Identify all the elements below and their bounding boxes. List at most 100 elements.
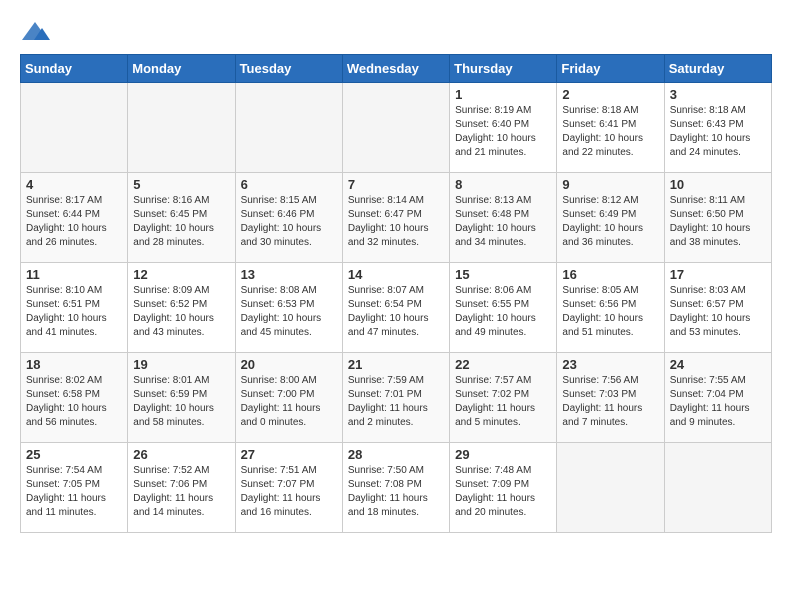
day-number: 6 [241,177,337,192]
calendar-cell: 25Sunrise: 7:54 AM Sunset: 7:05 PM Dayli… [21,443,128,533]
calendar-cell: 22 Sunrise: 7:57 AM Sunset: 7:02 PM Dayli… [450,353,557,443]
calendar-cell: 11 Sunrise: 8:10 AM Sunset: 6:51 PM Dayli… [21,263,128,353]
logo [20,20,54,44]
day-info: Sunrise: 8:18 AM Sunset: 6:41 PM Dayligh… [562,104,658,160]
weekday-header-sunday: Sunday [21,55,128,83]
day-info: Sunrise: 8:17 AM Sunset: 6:44 PM Dayligh… [26,194,122,250]
calendar-cell: 23 Sunrise: 7:56 AM Sunset: 7:03 PM Dayli… [557,353,664,443]
calendar-cell [557,443,664,533]
day-info: Sunrise: 7:59 AM Sunset: 7:01 PM Dayligh… [348,374,444,430]
day-number: 14 [348,267,444,282]
calendar-cell: 5Sunrise: 8:16 AM Sunset: 6:45 PM Daylig… [128,173,235,263]
day-number: 1 [455,87,551,102]
calendar-cell: 18 Sunrise: 8:02 AM Sunset: 6:58 PM Dayli… [21,353,128,443]
calendar-cell [128,83,235,173]
day-number: 24 [670,357,766,372]
day-number: 16 [562,267,658,282]
day-info: Sunrise: 8:18 AM Sunset: 6:43 PM Dayligh… [670,104,766,160]
day-info: Sunrise: 8:09 AM Sunset: 6:52 PM Dayligh… [133,284,229,340]
day-info: Sunrise: 7:50 AM Sunset: 7:08 PM Dayligh… [348,464,444,520]
day-info: Sunrise: 7:57 AM Sunset: 7:02 PM Dayligh… [455,374,551,430]
day-info: Sunrise: 7:48 AM Sunset: 7:09 PM Dayligh… [455,464,551,520]
day-info: Sunrise: 8:12 AM Sunset: 6:49 PM Dayligh… [562,194,658,250]
day-number: 19 [133,357,229,372]
calendar-cell: 13 Sunrise: 8:08 AM Sunset: 6:53 PM Dayli… [235,263,342,353]
day-number: 26 [133,447,229,462]
day-info: Sunrise: 8:02 AM Sunset: 6:58 PM Dayligh… [26,374,122,430]
calendar-cell [342,83,449,173]
day-number: 27 [241,447,337,462]
week-row-4: 18 Sunrise: 8:02 AM Sunset: 6:58 PM Dayli… [21,353,772,443]
calendar-cell: 24 Sunrise: 7:55 AM Sunset: 7:04 PM Dayli… [664,353,771,443]
calendar-cell: 26 Sunrise: 7:52 AM Sunset: 7:06 PM Dayli… [128,443,235,533]
calendar-cell [21,83,128,173]
calendar-table: SundayMondayTuesdayWednesdayThursdayFrid… [20,54,772,533]
week-row-3: 11 Sunrise: 8:10 AM Sunset: 6:51 PM Dayli… [21,263,772,353]
calendar-cell: 17 Sunrise: 8:03 AM Sunset: 6:57 PM Dayli… [664,263,771,353]
week-row-2: 4 Sunrise: 8:17 AM Sunset: 6:44 PM Daylig… [21,173,772,263]
day-number: 23 [562,357,658,372]
calendar-cell [664,443,771,533]
calendar-cell: 10 Sunrise: 8:11 AM Sunset: 6:50 PM Dayli… [664,173,771,263]
day-info: Sunrise: 8:01 AM Sunset: 6:59 PM Dayligh… [133,374,229,430]
day-number: 15 [455,267,551,282]
calendar-cell: 2 Sunrise: 8:18 AM Sunset: 6:41 PM Daylig… [557,83,664,173]
day-info: Sunrise: 8:07 AM Sunset: 6:54 PM Dayligh… [348,284,444,340]
day-number: 20 [241,357,337,372]
day-info: Sunrise: 8:05 AM Sunset: 6:56 PM Dayligh… [562,284,658,340]
weekday-header-monday: Monday [128,55,235,83]
weekday-header-row: SundayMondayTuesdayWednesdayThursdayFrid… [21,55,772,83]
weekday-header-thursday: Thursday [450,55,557,83]
weekday-header-tuesday: Tuesday [235,55,342,83]
calendar-cell: 1 Sunrise: 8:19 AM Sunset: 6:40 PM Daylig… [450,83,557,173]
day-info: Sunrise: 8:19 AM Sunset: 6:40 PM Dayligh… [455,104,551,160]
day-info: Sunrise: 8:11 AM Sunset: 6:50 PM Dayligh… [670,194,766,250]
header [20,20,772,44]
day-number: 13 [241,267,337,282]
weekday-header-saturday: Saturday [664,55,771,83]
day-number: 3 [670,87,766,102]
day-info: Sunrise: 8:08 AM Sunset: 6:53 PM Dayligh… [241,284,337,340]
day-number: 17 [670,267,766,282]
day-number: 2 [562,87,658,102]
day-info: Sunrise: 7:56 AM Sunset: 7:03 PM Dayligh… [562,374,658,430]
day-number: 12 [133,267,229,282]
calendar-cell: 12 Sunrise: 8:09 AM Sunset: 6:52 PM Dayli… [128,263,235,353]
calendar-cell: 21 Sunrise: 7:59 AM Sunset: 7:01 PM Dayli… [342,353,449,443]
day-number: 4 [26,177,122,192]
day-info: Sunrise: 8:03 AM Sunset: 6:57 PM Dayligh… [670,284,766,340]
day-number: 9 [562,177,658,192]
calendar-cell: 16 Sunrise: 8:05 AM Sunset: 6:56 PM Dayli… [557,263,664,353]
day-number: 21 [348,357,444,372]
day-info: Sunrise: 8:06 AM Sunset: 6:55 PM Dayligh… [455,284,551,340]
calendar-cell: 7 Sunrise: 8:14 AM Sunset: 6:47 PM Daylig… [342,173,449,263]
calendar-cell: 14 Sunrise: 8:07 AM Sunset: 6:54 PM Dayli… [342,263,449,353]
calendar-cell: 19 Sunrise: 8:01 AM Sunset: 6:59 PM Dayli… [128,353,235,443]
calendar-cell: 29 Sunrise: 7:48 AM Sunset: 7:09 PM Dayli… [450,443,557,533]
day-info: Sunrise: 7:52 AM Sunset: 7:06 PM Dayligh… [133,464,229,520]
calendar-cell: 3 Sunrise: 8:18 AM Sunset: 6:43 PM Daylig… [664,83,771,173]
day-number: 7 [348,177,444,192]
day-number: 18 [26,357,122,372]
day-number: 10 [670,177,766,192]
day-info: Sunrise: 8:00 AM Sunset: 7:00 PM Dayligh… [241,374,337,430]
calendar-cell: 20 Sunrise: 8:00 AM Sunset: 7:00 PM Dayli… [235,353,342,443]
calendar-cell: 15 Sunrise: 8:06 AM Sunset: 6:55 PM Dayli… [450,263,557,353]
day-number: 25 [26,447,122,462]
day-number: 11 [26,267,122,282]
day-info: Sunrise: 7:55 AM Sunset: 7:04 PM Dayligh… [670,374,766,430]
day-info: Sunrise: 8:14 AM Sunset: 6:47 PM Dayligh… [348,194,444,250]
day-info: Sunrise: 8:15 AM Sunset: 6:46 PM Dayligh… [241,194,337,250]
week-row-1: 1 Sunrise: 8:19 AM Sunset: 6:40 PM Daylig… [21,83,772,173]
day-number: 22 [455,357,551,372]
calendar-cell: 27Sunrise: 7:51 AM Sunset: 7:07 PM Dayli… [235,443,342,533]
day-info: Sunrise: 8:10 AM Sunset: 6:51 PM Dayligh… [26,284,122,340]
day-number: 28 [348,447,444,462]
calendar-cell: 9 Sunrise: 8:12 AM Sunset: 6:49 PM Daylig… [557,173,664,263]
day-info: Sunrise: 8:13 AM Sunset: 6:48 PM Dayligh… [455,194,551,250]
logo-icon [20,20,50,44]
day-number: 29 [455,447,551,462]
calendar-cell [235,83,342,173]
weekday-header-friday: Friday [557,55,664,83]
day-info: Sunrise: 8:16 AM Sunset: 6:45 PM Dayligh… [133,194,229,250]
